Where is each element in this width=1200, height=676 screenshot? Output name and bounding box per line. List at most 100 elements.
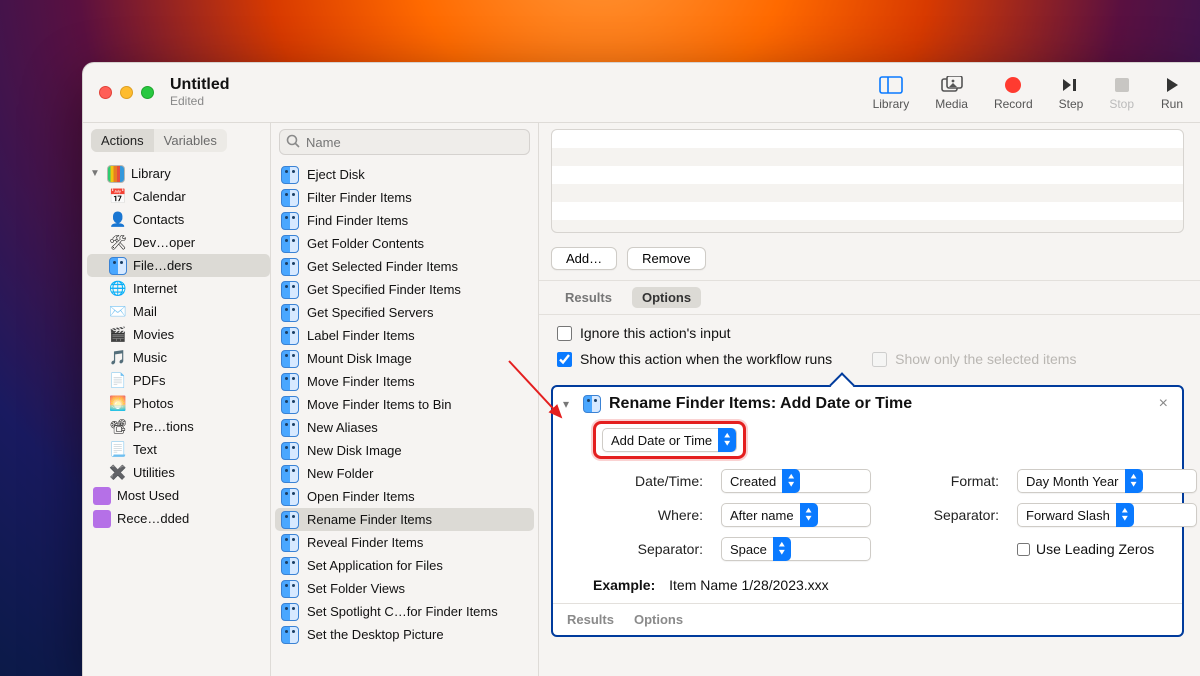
action-item[interactable]: Set the Desktop Picture (275, 623, 534, 646)
separator2-select[interactable]: Forward Slash ▲▼ (1017, 503, 1197, 527)
subtab-options[interactable]: Options (632, 287, 701, 308)
format-select[interactable]: Day Month Year ▲▼ (1017, 469, 1197, 493)
finder-icon (281, 373, 299, 391)
datetime-select[interactable]: Created ▲▼ (721, 469, 871, 493)
step-icon (1059, 75, 1083, 95)
action-item[interactable]: Move Finder Items to Bin (275, 393, 534, 416)
action-item[interactable]: Label Finder Items (275, 324, 534, 347)
library-item[interactable]: 📄PDFs (87, 369, 270, 392)
action-item[interactable]: Set Application for Files (275, 554, 534, 577)
finder-icon (583, 395, 601, 413)
action-item[interactable]: Set Spotlight C…for Finder Items (275, 600, 534, 623)
actions-list[interactable]: Eject Disk Filter Finder Items Find Finder… (271, 161, 538, 676)
minimize-window[interactable] (120, 86, 133, 99)
finder-icon (281, 396, 299, 414)
close-icon[interactable]: × (1155, 395, 1172, 413)
library-item[interactable]: ✖️Utilities (87, 461, 270, 484)
mode-select[interactable]: Add Date or Time ▲▼ (602, 428, 737, 452)
annotation-highlight: Add Date or Time ▲▼ (593, 421, 746, 459)
action-item-label: Open Finder Items (307, 489, 415, 504)
separator-select[interactable]: Space ▲▼ (721, 537, 871, 561)
action-item-label: New Folder (307, 466, 373, 481)
action-item[interactable]: New Disk Image (275, 439, 534, 462)
library-item[interactable]: 📅Calendar (87, 185, 270, 208)
label-separator: Separator: (593, 541, 703, 557)
card-tab-options[interactable]: Options (634, 612, 683, 627)
action-item[interactable]: Move Finder Items (275, 370, 534, 393)
finder-icon (281, 350, 299, 368)
toolbar-record[interactable]: Record (994, 75, 1033, 111)
folder-recently-added[interactable]: Rece…dded (87, 507, 270, 530)
finder-icon (281, 442, 299, 460)
action-item[interactable]: Get Specified Servers (275, 301, 534, 324)
action-item-label: Rename Finder Items (307, 512, 432, 527)
search-input[interactable] (279, 129, 530, 155)
action-item-label: Set Folder Views (307, 581, 405, 596)
option-show-only-selected: Show only the selected items (872, 351, 1076, 367)
library-item-label: Movies (133, 327, 174, 342)
tab-actions[interactable]: Actions (91, 129, 154, 152)
action-item[interactable]: Rename Finder Items (275, 508, 534, 531)
library-item[interactable]: 🛠Dev…oper (87, 231, 270, 254)
library-item[interactable]: File…ders (87, 254, 270, 277)
tab-variables[interactable]: Variables (154, 129, 227, 152)
library-item[interactable]: 🌅Photos (87, 392, 270, 415)
finder-icon (281, 281, 299, 299)
window-title: Untitled (170, 76, 230, 94)
folder-icon (93, 510, 111, 528)
mail-icon: ✉️ (109, 303, 127, 321)
remove-button[interactable]: Remove (627, 247, 705, 270)
action-item[interactable]: Open Finder Items (275, 485, 534, 508)
folder-most-used[interactable]: Most Used (87, 484, 270, 507)
close-window[interactable] (99, 86, 112, 99)
action-item[interactable]: Set Folder Views (275, 577, 534, 600)
action-item[interactable]: New Aliases (275, 416, 534, 439)
chevron-down-icon[interactable]: ▾ (563, 397, 575, 411)
library-item[interactable]: 📽Pre…tions (87, 415, 270, 438)
action-item[interactable]: Filter Finder Items (275, 186, 534, 209)
leading-zeros-checkbox[interactable]: Use Leading Zeros (1017, 541, 1200, 557)
toolbar-library[interactable]: Library (873, 75, 910, 111)
library-item[interactable]: 👤Contacts (87, 208, 270, 231)
label-format: Format: (889, 473, 999, 489)
action-item[interactable]: Get Specified Finder Items (275, 278, 534, 301)
action-item-label: Get Specified Servers (307, 305, 433, 320)
workflow-input-box[interactable] (551, 129, 1184, 233)
add-button[interactable]: Add… (551, 247, 617, 270)
zoom-window[interactable] (141, 86, 154, 99)
action-item[interactable]: New Folder (275, 462, 534, 485)
library-item[interactable]: 🌐Internet (87, 277, 270, 300)
library-item[interactable]: 🎵Music (87, 346, 270, 369)
action-item[interactable]: Get Folder Contents (275, 232, 534, 255)
toolbar-run[interactable]: Run (1160, 75, 1184, 111)
option-ignore-input[interactable]: Ignore this action's input (557, 325, 1182, 341)
subtab-results[interactable]: Results (555, 287, 622, 308)
action-item[interactable]: Eject Disk (275, 163, 534, 186)
action-item[interactable]: Get Selected Finder Items (275, 255, 534, 278)
stop-icon (1110, 75, 1134, 95)
library-root[interactable]: ▼ Library (87, 162, 270, 185)
toolbar-media[interactable]: Media (935, 75, 968, 111)
action-item[interactable]: Find Finder Items (275, 209, 534, 232)
workflow-panel: Add… Remove Results Options Ignore this … (539, 123, 1200, 676)
library-item[interactable]: 📃Text (87, 438, 270, 461)
body: Actions Variables ▼ Library 📅Calendar👤Co… (83, 123, 1200, 676)
finder-icon (281, 189, 299, 207)
action-item-label: Move Finder Items to Bin (307, 397, 452, 412)
library-item-label: PDFs (133, 373, 166, 388)
where-select[interactable]: After name ▲▼ (721, 503, 871, 527)
library-icon (879, 75, 903, 95)
library-item[interactable]: 🎬Movies (87, 323, 270, 346)
action-item-label: Reveal Finder Items (307, 535, 423, 550)
updown-icon: ▲▼ (773, 537, 791, 561)
library-item[interactable]: ✉️ Mail (87, 300, 270, 323)
toolbar-step[interactable]: Step (1059, 75, 1084, 111)
option-show-when-runs[interactable]: Show this action when the workflow runs (557, 351, 832, 367)
action-item-label: Mount Disk Image (307, 351, 412, 366)
action-item-label: Find Finder Items (307, 213, 408, 228)
library-item-label: Mail (133, 304, 157, 319)
card-tab-results[interactable]: Results (567, 612, 614, 627)
action-item[interactable]: Reveal Finder Items (275, 531, 534, 554)
action-item[interactable]: Mount Disk Image (275, 347, 534, 370)
action-item-label: Filter Finder Items (307, 190, 412, 205)
